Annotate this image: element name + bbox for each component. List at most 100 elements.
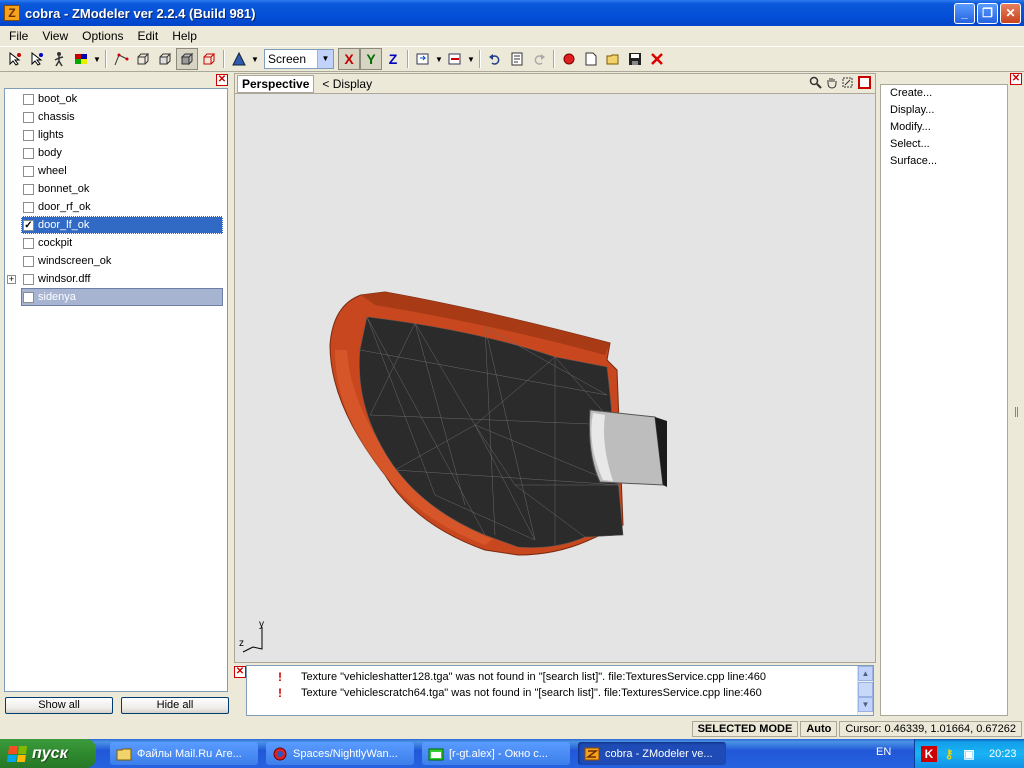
open-folder-icon[interactable] xyxy=(602,48,624,70)
axis-x-toggle[interactable]: X xyxy=(338,48,360,70)
status-bar: SELECTED MODE Auto Cursor: 0.46339, 1.01… xyxy=(0,719,1024,739)
scroll-up-icon[interactable]: ▲ xyxy=(858,666,873,681)
scroll-down-icon[interactable]: ▼ xyxy=(858,697,873,712)
viewport-tab-perspective[interactable]: Perspective xyxy=(237,74,315,93)
maximize-viewport-icon[interactable] xyxy=(858,76,871,89)
close-button[interactable]: ✕ xyxy=(1000,3,1021,24)
cube-face-icon[interactable] xyxy=(154,48,176,70)
maximize-button[interactable]: ❐ xyxy=(977,3,998,24)
visibility-checkbox[interactable]: ✓ xyxy=(23,219,34,231)
visibility-checkbox[interactable] xyxy=(23,291,34,303)
menu-view[interactable]: View xyxy=(35,29,75,43)
scroll-grip[interactable] xyxy=(1015,407,1018,417)
visibility-checkbox[interactable] xyxy=(23,165,34,177)
cube-wire-icon[interactable] xyxy=(132,48,154,70)
redo-icon[interactable] xyxy=(528,48,550,70)
perspective-viewport[interactable]: Perspective < Display y z xyxy=(234,73,876,663)
axis-y-toggle[interactable]: Y xyxy=(360,48,382,70)
menu-file[interactable]: File xyxy=(2,29,35,43)
tree-item-sidenya[interactable]: sidenya xyxy=(5,288,227,306)
document-list-icon[interactable] xyxy=(506,48,528,70)
tree-item-windsor-dff[interactable]: + windsor.dff xyxy=(5,270,227,288)
command-surface[interactable]: Surface... xyxy=(881,153,1007,170)
key-icon[interactable]: ⚷ xyxy=(941,746,957,762)
person-tool-icon[interactable] xyxy=(48,48,70,70)
tree-item-door-lf-ok[interactable]: ✓ door_lf_ok xyxy=(5,216,227,234)
coordinate-system-select[interactable]: Screen ▼ xyxy=(264,49,334,69)
chevron-down-icon[interactable]: ▼ xyxy=(466,55,476,64)
import-icon[interactable] xyxy=(412,48,434,70)
taskbar-item-mailru[interactable]: Файлы Mail.Ru Аге... xyxy=(110,742,258,765)
tree-item-wheel[interactable]: wheel xyxy=(5,162,227,180)
export-icon[interactable] xyxy=(444,48,466,70)
new-file-icon[interactable] xyxy=(580,48,602,70)
language-indicator[interactable]: EN xyxy=(876,746,891,758)
pan-hand-icon[interactable] xyxy=(824,76,839,91)
show-all-button[interactable]: Show all xyxy=(5,697,113,714)
display-menu-link[interactable]: < Display xyxy=(322,77,372,91)
vertex-mode-icon[interactable] xyxy=(110,48,132,70)
delete-icon[interactable] xyxy=(646,48,668,70)
select-vertex-icon[interactable] xyxy=(26,48,48,70)
cube-object-icon[interactable] xyxy=(176,48,198,70)
chevron-down-icon[interactable]: ▼ xyxy=(250,55,260,64)
record-icon[interactable] xyxy=(558,48,580,70)
3d-scene-canvas[interactable]: y z xyxy=(235,95,875,662)
menu-options[interactable]: Options xyxy=(75,29,130,43)
log-scrollbar[interactable]: ▲ ▼ xyxy=(857,666,873,715)
command-modify[interactable]: Modify... xyxy=(881,119,1007,136)
network-icon[interactable]: ▣ xyxy=(961,746,977,762)
menu-help[interactable]: Help xyxy=(165,29,204,43)
taskbar-item-chat[interactable]: [r-gt.alex] - Окно с... xyxy=(422,742,570,765)
chevron-down-icon[interactable]: ▼ xyxy=(92,55,102,64)
command-select[interactable]: Select... xyxy=(881,136,1007,153)
tree-item-chassis[interactable]: chassis xyxy=(5,108,227,126)
undo-icon[interactable] xyxy=(484,48,506,70)
close-icon[interactable]: ✕ xyxy=(1010,73,1022,85)
tree-item-cockpit[interactable]: cockpit xyxy=(5,234,227,252)
close-icon[interactable]: ✕ xyxy=(216,74,228,86)
pyramid-icon[interactable] xyxy=(228,48,250,70)
tree-item-body[interactable]: body xyxy=(5,144,227,162)
taskbar-item-opera[interactable]: Spaces/NightlyWan... xyxy=(266,742,414,765)
visibility-checkbox[interactable] xyxy=(23,183,34,195)
menu-edit[interactable]: Edit xyxy=(131,29,166,43)
visibility-checkbox[interactable] xyxy=(23,147,34,159)
rotate-view-icon[interactable] xyxy=(840,76,855,91)
tree-item-lights[interactable]: lights xyxy=(5,126,227,144)
color-tool-icon[interactable] xyxy=(70,48,92,70)
tree-item-boot-ok[interactable]: boot_ok xyxy=(5,90,227,108)
zoom-icon[interactable] xyxy=(808,76,823,91)
auto-mode-indicator[interactable]: Auto xyxy=(800,721,838,737)
selection-mode-indicator[interactable]: SELECTED MODE xyxy=(691,721,799,737)
visibility-checkbox[interactable] xyxy=(23,201,34,213)
axis-z-toggle[interactable]: Z xyxy=(382,48,404,70)
visibility-checkbox[interactable] xyxy=(23,93,34,105)
visibility-checkbox[interactable] xyxy=(23,111,34,123)
visibility-checkbox[interactable] xyxy=(23,273,34,285)
zmodeler-app-icon: Z xyxy=(4,5,20,21)
tree-item-windscreen-ok[interactable]: windscreen_ok xyxy=(5,252,227,270)
visibility-checkbox[interactable] xyxy=(23,129,34,141)
save-icon[interactable] xyxy=(624,48,646,70)
hide-all-button[interactable]: Hide all xyxy=(121,697,229,714)
minimize-button[interactable]: _ xyxy=(954,3,975,24)
scroll-thumb[interactable] xyxy=(858,682,873,697)
start-button[interactable]: пуск xyxy=(0,739,96,768)
select-tool-icon[interactable] xyxy=(4,48,26,70)
tree-item-bonnet-ok[interactable]: bonnet_ok xyxy=(5,180,227,198)
visibility-checkbox[interactable] xyxy=(23,255,34,267)
panel-scrollbar[interactable] xyxy=(1010,87,1024,719)
visibility-checkbox[interactable] xyxy=(23,237,34,249)
cube-red-icon[interactable] xyxy=(198,48,220,70)
expand-icon[interactable]: + xyxy=(7,274,16,284)
chevron-down-icon[interactable]: ▼ xyxy=(434,55,444,64)
close-icon[interactable]: ✕ xyxy=(234,666,246,678)
kaspersky-icon[interactable]: K xyxy=(921,745,937,762)
taskbar-item-zmodeler[interactable]: cobra - ZModeler ve... xyxy=(578,742,726,765)
tree-item-door-rf-ok[interactable]: door_rf_ok xyxy=(5,198,227,216)
command-create[interactable]: Create... xyxy=(881,85,1007,102)
viewport-header: Perspective < Display xyxy=(235,74,875,94)
coordinate-system-value: Screen xyxy=(268,52,307,66)
command-display[interactable]: Display... xyxy=(881,102,1007,119)
